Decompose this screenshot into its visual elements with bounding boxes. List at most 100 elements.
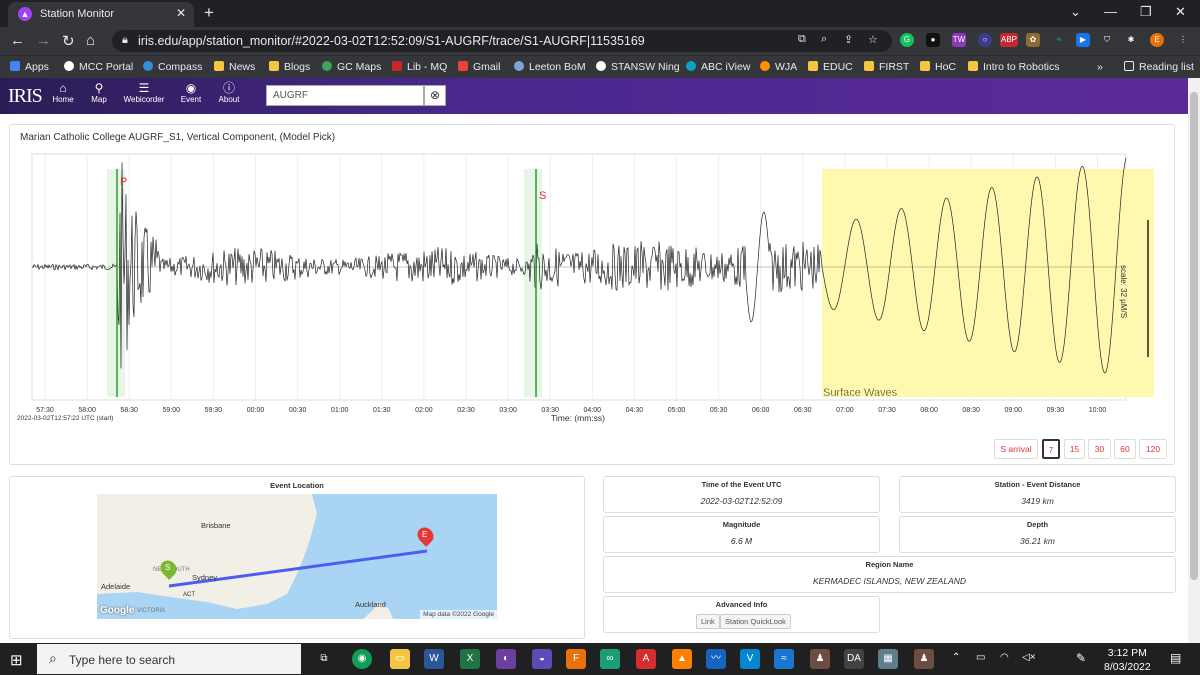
bookmark-blogs[interactable]: Blogs <box>269 61 310 73</box>
link-button[interactable]: Link <box>696 614 720 629</box>
bookmark-stansw-ning[interactable]: STANSW Ning <box>596 61 680 73</box>
bookmark-mcc-portal[interactable]: MCC Portal <box>64 61 133 73</box>
minimize-icon[interactable]: — <box>1104 4 1117 19</box>
nav-home[interactable]: ⌂ Home <box>50 81 76 104</box>
forward-icon[interactable]: → <box>36 32 51 49</box>
page-scrollbar[interactable] <box>1188 78 1200 643</box>
app-icon-4[interactable]: ∞ <box>600 649 620 669</box>
zoom-extension-icon[interactable]: ▶ <box>1076 33 1090 47</box>
profile-avatar[interactable]: E <box>1150 33 1164 47</box>
scrollbar-thumb[interactable] <box>1190 92 1198 580</box>
notification-icon[interactable]: ▤ <box>1170 651 1181 665</box>
nav-event[interactable]: ◉ Event <box>178 81 204 104</box>
task-view-icon[interactable]: ⧉ <box>314 649 334 669</box>
nav-map[interactable]: ⚲ Map <box>87 81 111 104</box>
bookmark-intro-robotics[interactable]: Intro to Robotics <box>968 61 1059 73</box>
station-search-input[interactable]: AUGRF <box>266 85 424 106</box>
clear-search-icon[interactable]: ⊗ <box>424 85 446 106</box>
bookmark-gc-maps[interactable]: GC Maps <box>322 61 381 73</box>
app-icon-8[interactable]: ♟ <box>810 649 830 669</box>
iris-navbar: IRIS ⌂ Home ⚲ Map ☰ Webicorder ◉ Event ⓘ Abou… <box>0 78 1188 114</box>
open-in-app-icon[interactable]: ⧉ <box>798 33 806 46</box>
window-7-button[interactable]: 7 <box>1042 439 1060 459</box>
shield-icon[interactable]: ⛉ <box>1100 33 1114 47</box>
bookmark-compass[interactable]: Compass <box>143 61 202 73</box>
zoom-icon[interactable]: ⌕ <box>821 33 827 46</box>
bookmark-first[interactable]: FIRST <box>864 61 909 73</box>
bookmark-lib-mq[interactable]: Lib - MQ <box>392 61 447 73</box>
app-icon[interactable]: ◐ <box>496 649 516 669</box>
event-map[interactable]: Brisbane Sydney Adelaide Auckland ACT VI… <box>97 494 497 619</box>
close-window-icon[interactable]: ✕ <box>1175 4 1186 20</box>
close-tab-icon[interactable]: ✕ <box>176 6 186 20</box>
new-tab-icon[interactable]: + <box>204 3 214 23</box>
app-icon-2[interactable]: ◒ <box>532 649 552 669</box>
windows-start-icon[interactable]: ⊞ <box>10 651 23 669</box>
bookmarks-overflow-icon[interactable]: » <box>1097 61 1103 73</box>
calculator-icon[interactable]: ▦ <box>878 649 898 669</box>
tab-search-icon[interactable]: ⌄ <box>1070 4 1081 20</box>
vlc-icon[interactable]: ▲ <box>672 649 692 669</box>
station-quicklook-button[interactable]: Station QuickLook <box>720 614 791 629</box>
home-icon[interactable]: ⌂ <box>86 32 95 49</box>
reload-icon[interactable]: ↻ <box>62 32 75 50</box>
word-icon[interactable]: W <box>424 649 444 669</box>
share-icon[interactable]: ⇪ <box>844 33 853 46</box>
time-tick-label: 10:00 <box>1089 407 1107 414</box>
wifi-icon[interactable]: ◠ <box>1000 652 1009 663</box>
window-120-button[interactable]: 120 <box>1139 439 1167 459</box>
library-icon <box>392 61 402 71</box>
bookmark-apps[interactable]: Apps <box>10 61 49 73</box>
bookmark-hoc[interactable]: HoC <box>920 61 956 73</box>
app-icon-3[interactable]: F <box>566 649 586 669</box>
nav-about[interactable]: ⓘ About <box>216 81 242 104</box>
bookmark-wja[interactable]: WJA <box>760 61 797 73</box>
app-icon-6[interactable]: V <box>740 649 760 669</box>
taskbar-search[interactable]: ⌕ Type here to search <box>37 644 301 674</box>
gear-extension-icon[interactable]: ✿ <box>1026 33 1040 47</box>
iris-logo[interactable]: IRIS <box>8 85 43 108</box>
tray-overflow-icon[interactable]: ⌃ <box>952 652 960 663</box>
window-15-button[interactable]: 15 <box>1064 439 1085 459</box>
nav-webicorder[interactable]: ☰ Webicorder <box>122 81 166 104</box>
window-30-button[interactable]: 30 <box>1088 439 1111 459</box>
volume-icon[interactable]: ◁× <box>1022 652 1036 663</box>
bookmark-star-icon[interactable]: ☆ <box>868 33 878 46</box>
address-bar[interactable]: 🔒︎ iris.edu/app/station_monitor/#2022-03… <box>112 30 892 52</box>
grammarly-icon[interactable]: G <box>900 33 914 47</box>
window-60-button[interactable]: 60 <box>1114 439 1136 459</box>
lock-extension-icon[interactable]: ● <box>926 33 940 47</box>
tw-extension-icon[interactable]: TW <box>952 33 966 47</box>
time-tick-label: 59:00 <box>163 407 181 414</box>
excel-icon[interactable]: X <box>460 649 480 669</box>
reading-list[interactable]: Reading list <box>1124 61 1194 73</box>
extensions-puzzle-icon[interactable]: ✱ <box>1124 33 1138 47</box>
acrobat-icon[interactable]: A <box>636 649 656 669</box>
bookmark-abc-iview[interactable]: ABC iView <box>686 61 750 73</box>
circle-extension-icon[interactable]: ○ <box>978 33 992 47</box>
surface-wave-region <box>822 169 1154 397</box>
taskbar-clock[interactable]: 3:12 PM 8/03/2022 <box>1104 646 1151 674</box>
menu-kebab-icon[interactable]: ⋮ <box>1176 33 1190 47</box>
app-icon-5[interactable]: 〰 <box>706 649 726 669</box>
maximize-icon[interactable]: ❐ <box>1140 4 1152 20</box>
url-text: iris.edu/app/station_monitor/#2022-03-02… <box>138 34 645 48</box>
abp-icon[interactable]: ABP <box>1000 33 1018 47</box>
battery-icon[interactable]: ▭ <box>976 652 985 663</box>
leaf-extension-icon[interactable]: ❧ <box>1052 33 1066 47</box>
bookmark-news[interactable]: News <box>214 61 255 73</box>
file-explorer-icon[interactable]: ▭ <box>390 649 410 669</box>
bookmark-educ[interactable]: EDUC <box>808 61 853 73</box>
seismogram-chart[interactable]: P S Surface Waves 57:30 58:00 58:30 59:00 59… <box>10 125 1176 430</box>
app-icon-10[interactable]: ♟ <box>914 649 934 669</box>
back-icon[interactable]: ← <box>10 32 25 49</box>
app-icon-9[interactable]: DA <box>844 649 864 669</box>
pen-icon[interactable]: ✎ <box>1076 651 1086 665</box>
bookmark-gmail[interactable]: Gmail <box>458 61 500 73</box>
s-arrival-button[interactable]: S arrival <box>994 439 1038 459</box>
app-icon-7[interactable]: ≈ <box>774 649 794 669</box>
browser-tab[interactable]: ▲ Station Monitor ✕ <box>8 2 194 27</box>
map-label-act: ACT <box>183 592 195 598</box>
bookmark-leeton-bom[interactable]: Leeton BoM <box>514 61 586 73</box>
chrome-taskbar-icon[interactable]: ◉ <box>352 649 372 669</box>
